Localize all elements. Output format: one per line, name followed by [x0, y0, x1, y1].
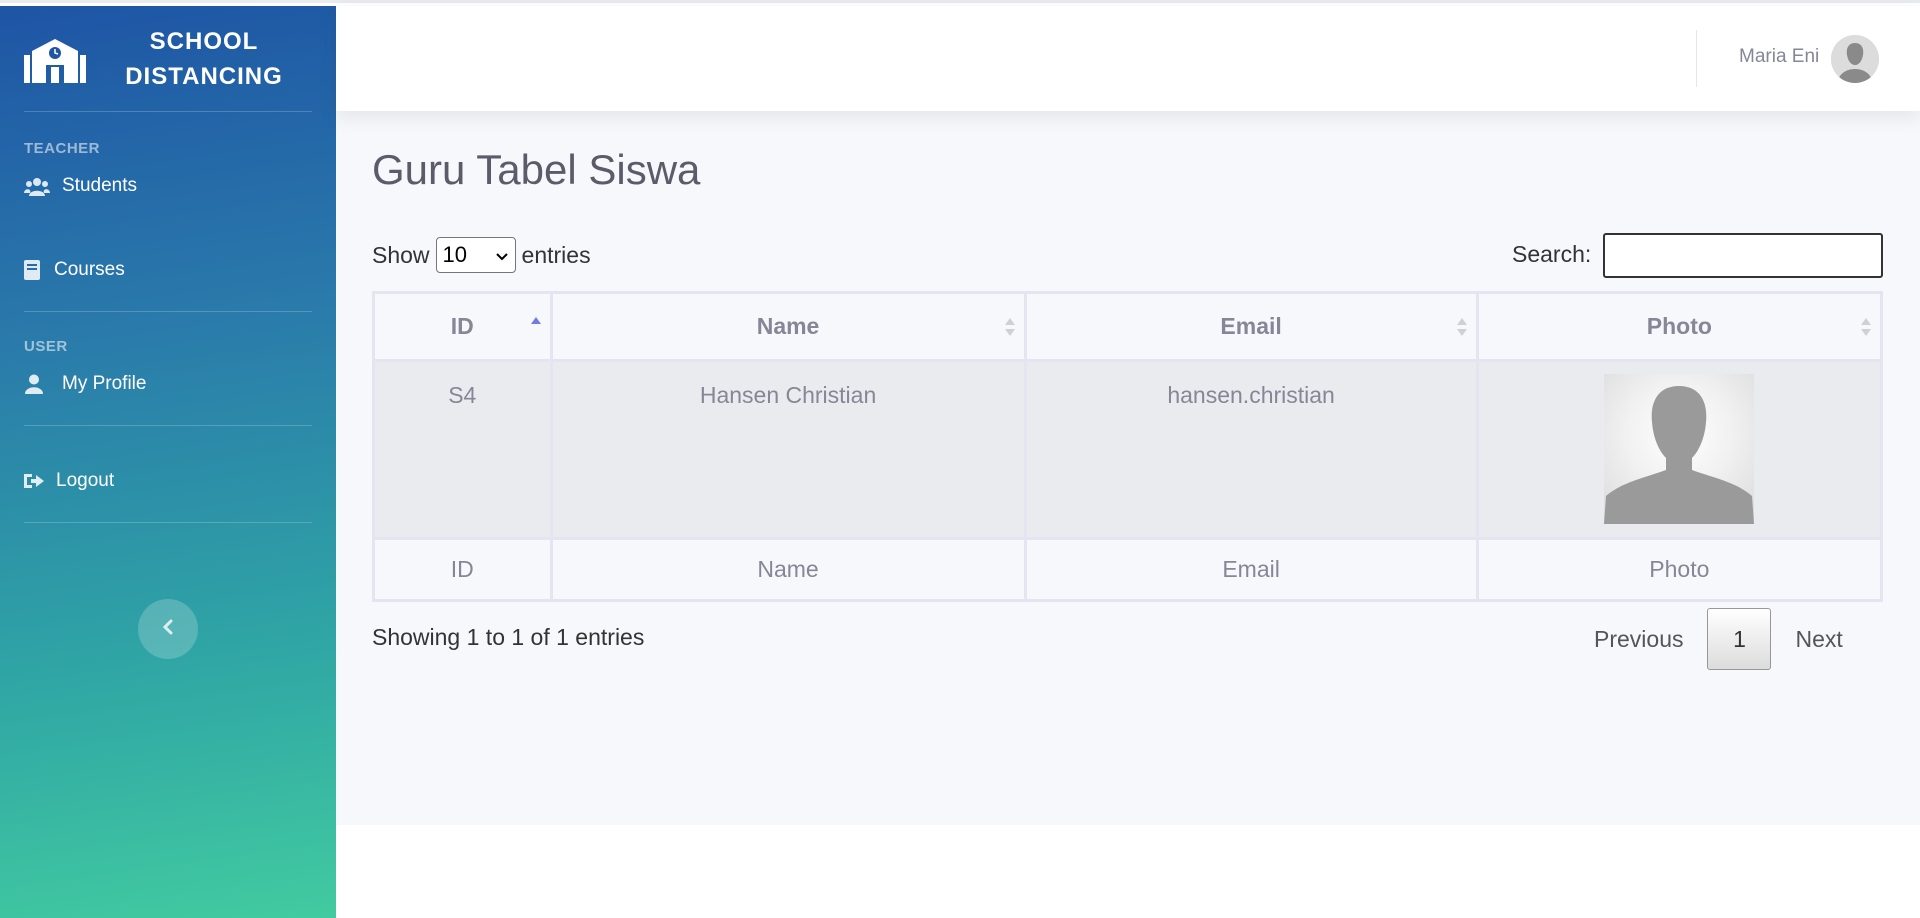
cell-email: hansen.christian — [1023, 359, 1479, 540]
brand-title: SCHOOL DISTANCING — [125, 27, 283, 90]
length-control: Show 10 entries — [372, 237, 591, 273]
topbar-divider — [1696, 30, 1697, 87]
entries-label: entries — [521, 241, 591, 268]
footer-name: Name — [549, 537, 1027, 602]
sort-icon — [1004, 318, 1015, 336]
sidebar-item-label: My Profile — [62, 373, 147, 394]
show-label: Show — [372, 241, 430, 268]
brand[interactable]: SCHOOL DISTANCING — [24, 6, 312, 112]
school-icon — [24, 35, 86, 83]
next-button[interactable]: Next — [1771, 608, 1866, 670]
cell-name: Hansen Christian — [549, 359, 1027, 540]
column-header-name[interactable]: Name — [549, 291, 1027, 362]
table-row[interactable]: S4 Hansen Christian hansen.christian — [372, 359, 1884, 540]
sidebar-item-courses[interactable]: Courses — [24, 245, 312, 295]
page-1-button[interactable]: 1 — [1707, 608, 1772, 670]
entries-select[interactable]: 10 — [435, 237, 516, 273]
divider — [24, 522, 312, 523]
sidebar-item-students[interactable]: Students — [24, 161, 312, 211]
user-icon — [24, 373, 50, 395]
search-input[interactable] — [1603, 233, 1883, 278]
column-header-photo[interactable]: Photo — [1475, 291, 1884, 362]
sidebar-item-label: Logout — [56, 470, 115, 491]
sidebar-heading-user: USER — [24, 338, 68, 355]
book-icon — [24, 259, 42, 281]
sidebar-toggle-button[interactable] — [138, 599, 198, 659]
pagination: Previous 1 Next — [1570, 608, 1867, 670]
main-content: Guru Tabel Siswa Show 10 entries Search:… — [336, 111, 1920, 825]
footer-id: ID — [372, 537, 553, 602]
cell-photo — [1475, 359, 1884, 540]
students-table: ID Name Email Photo S4 Hansen Christian … — [372, 291, 1884, 602]
column-header-label: Name — [756, 313, 820, 339]
sort-ascending-icon — [530, 317, 541, 324]
sidebar-item-logout[interactable]: Logout — [24, 456, 312, 506]
sidebar-item-my-profile[interactable]: My Profile — [24, 359, 312, 409]
users-icon — [24, 175, 50, 197]
avatar[interactable] — [1831, 35, 1879, 83]
user-name[interactable]: Maria Eni — [1739, 46, 1819, 68]
sidebar: SCHOOL DISTANCING TEACHER Students Cours… — [0, 6, 336, 918]
page-title: Guru Tabel Siswa — [372, 146, 701, 193]
sort-icon — [1456, 318, 1467, 336]
column-header-label: Email — [1220, 313, 1282, 339]
chevron-down-icon — [495, 242, 509, 268]
search-label: Search: — [1512, 241, 1592, 267]
previous-button[interactable]: Previous — [1570, 608, 1707, 670]
sidebar-heading-teacher: TEACHER — [24, 140, 101, 157]
entries-select-value: 10 — [442, 242, 468, 267]
sort-icon — [1861, 318, 1871, 336]
sign-out-icon — [24, 470, 44, 492]
cell-id: S4 — [372, 359, 553, 540]
divider — [24, 425, 312, 426]
student-photo — [1604, 374, 1755, 524]
column-header-id[interactable]: ID — [372, 291, 553, 362]
column-header-label: Photo — [1646, 313, 1712, 339]
footer-photo: Photo — [1475, 537, 1884, 602]
footer-email: Email — [1023, 537, 1479, 602]
topbar: Maria Eni — [336, 6, 1920, 111]
table-info: Showing 1 to 1 of 1 entries — [372, 624, 645, 650]
column-header-email[interactable]: Email — [1023, 291, 1479, 362]
divider — [24, 311, 312, 312]
chevron-left-icon — [162, 619, 174, 640]
sidebar-item-label: Students — [62, 175, 137, 196]
column-header-label: ID — [450, 313, 474, 339]
sidebar-item-label: Courses — [54, 259, 125, 280]
